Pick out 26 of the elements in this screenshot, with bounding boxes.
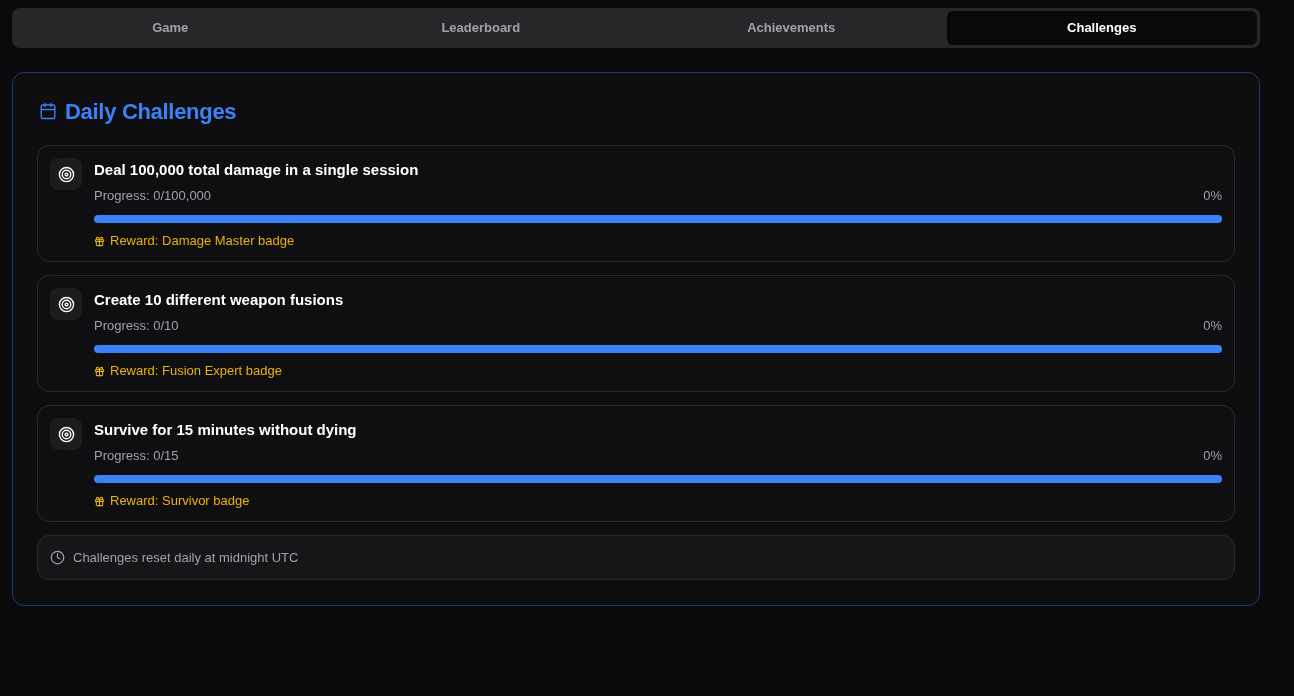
calendar-icon <box>39 102 57 120</box>
tab[interactable]: Game <box>15 11 326 45</box>
tab[interactable]: Achievements <box>636 11 947 45</box>
progress-percent: 0% <box>1203 187 1222 205</box>
target-icon <box>50 418 82 450</box>
gift-icon <box>94 365 105 377</box>
challenge-title: Survive for 15 minutes without dying <box>94 420 358 440</box>
progress-text: Progress: 0/10 <box>94 317 179 335</box>
challenge-title: Deal 100,000 total damage in a single session <box>94 160 420 180</box>
progress-text: Progress: 0/15 <box>94 447 179 465</box>
progress-percent: 0% <box>1203 447 1222 465</box>
reward-text: Reward: Survivor badge <box>110 493 250 509</box>
progress-text: Progress: 0/100,000 <box>94 187 212 205</box>
tab[interactable]: Leaderboard <box>325 11 636 45</box>
footer-note: Challenges reset daily at midnight UTC <box>73 548 299 567</box>
clock-icon <box>50 550 65 565</box>
challenge-title: Create 10 different weapon fusions <box>94 290 345 310</box>
progress-percent: 0% <box>1203 317 1222 335</box>
gift-icon <box>94 235 105 247</box>
panel-title: Daily Challenges <box>65 97 237 126</box>
gift-icon <box>94 495 105 507</box>
target-icon <box>50 288 82 320</box>
reward-text: Reward: Fusion Expert badge <box>110 363 282 379</box>
reward-text: Reward: Damage Master badge <box>110 233 295 249</box>
target-icon <box>50 158 82 190</box>
tab[interactable]: Challenges <box>946 11 1257 45</box>
